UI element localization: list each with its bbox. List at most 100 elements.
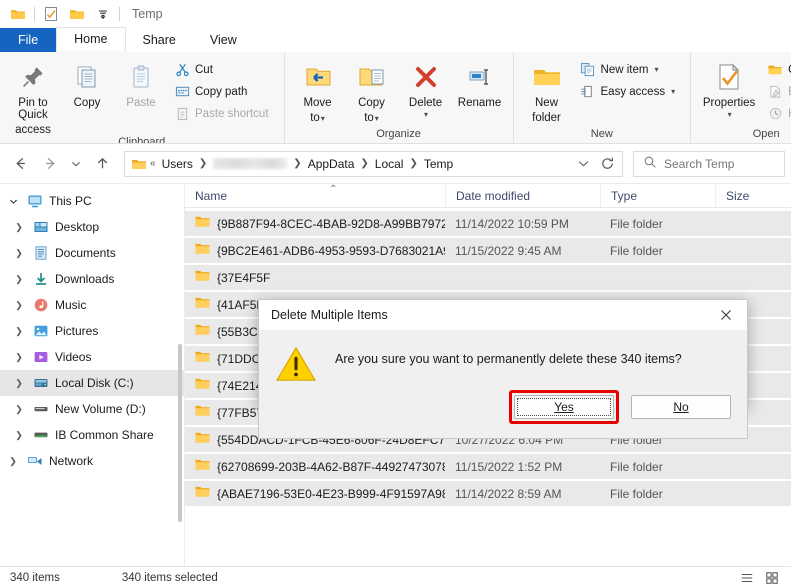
copy-to-button[interactable]: Copy to▾ xyxy=(345,56,399,125)
move-to-button[interactable]: Move to▾ xyxy=(291,56,345,125)
new-item-caret[interactable]: ▾ xyxy=(654,65,658,74)
sidebar-item-music[interactable]: ❯ Music xyxy=(0,292,184,318)
tab-view[interactable]: View xyxy=(193,28,254,52)
breadcrumb-users[interactable]: Users xyxy=(159,157,196,171)
search-input[interactable]: Search Temp xyxy=(664,157,734,171)
sidebar-item-documents[interactable]: ❯ Documents xyxy=(0,240,184,266)
chevron-right-icon[interactable]: ❯ xyxy=(12,274,26,285)
address-folder-icon xyxy=(131,156,147,172)
up-button[interactable] xyxy=(88,150,116,178)
breadcrumb-chevron-1[interactable]: ❯ xyxy=(198,158,208,169)
table-row[interactable]: {9B887F94-8CEC-4BAB-92D8-A99BB7972... 11… xyxy=(185,211,791,236)
recent-locations-button[interactable] xyxy=(66,150,86,178)
navigation-bar: « Users ❯ ❯ AppData ❯ Local ❯ Temp Searc… xyxy=(0,144,791,184)
tab-file[interactable]: File xyxy=(0,28,57,52)
tab-home[interactable]: Home xyxy=(56,27,126,52)
open-button[interactable]: Open ▾ xyxy=(765,59,791,80)
table-row[interactable]: {62708699-203B-4A62-B87F-449274730788} 1… xyxy=(185,454,791,479)
delete-button[interactable]: Delete ▾ xyxy=(399,56,453,121)
forward-button[interactable] xyxy=(36,150,64,178)
breadcrumb-temp[interactable]: Temp xyxy=(421,157,456,171)
address-dropdown-icon[interactable] xyxy=(572,153,594,175)
paste-button[interactable]: Paste xyxy=(114,56,168,109)
sidebar-item-desktop[interactable]: ❯ Desktop xyxy=(0,214,184,240)
new-folder-icon[interactable] xyxy=(67,4,87,24)
breadcrumb-appdata[interactable]: AppData xyxy=(305,157,358,171)
sidebar-scrollbar-thumb[interactable] xyxy=(178,344,182,522)
history-button[interactable]: History xyxy=(765,103,791,124)
network-drive-icon xyxy=(32,427,49,443)
chevron-right-icon[interactable]: ❯ xyxy=(12,352,26,363)
delete-confirmation-dialog: Delete Multiple Items Are you sure you w… xyxy=(258,299,748,439)
close-icon[interactable] xyxy=(705,300,747,331)
copy-button[interactable]: Copy xyxy=(60,56,114,109)
copy-path-button[interactable]: Copy path xyxy=(172,81,274,102)
sidebar-item-new-volume-d[interactable]: ❯ New Volume (D:) xyxy=(0,396,184,422)
column-header-date-modified[interactable]: Date modified xyxy=(445,184,600,208)
chevron-right-icon[interactable]: ❯ xyxy=(12,300,26,311)
sort-ascending-icon: ⌃ xyxy=(329,184,338,195)
sidebar-item-videos[interactable]: ❯ Videos xyxy=(0,344,184,370)
paste-shortcut-label: Paste shortcut xyxy=(195,107,269,120)
chevron-right-icon[interactable]: ❯ xyxy=(12,248,26,259)
chevron-right-icon[interactable]: ❯ xyxy=(12,222,26,233)
refresh-icon[interactable] xyxy=(596,153,618,175)
table-row[interactable]: {ABAE7196-53E0-4E23-B999-4F91597A98... 1… xyxy=(185,481,791,506)
dialog-title: Delete Multiple Items xyxy=(271,308,388,322)
table-row[interactable]: {9BC2E461-ADB6-4953-9593-D7683021A9... 1… xyxy=(185,238,791,263)
breadcrumb-chevron-2[interactable]: ❯ xyxy=(292,158,302,169)
folder-icon xyxy=(8,4,28,24)
row-date-cell: 11/14/2022 8:59 AM xyxy=(455,486,562,501)
column-header-size[interactable]: Size xyxy=(715,184,791,208)
no-button[interactable]: No xyxy=(631,395,731,419)
sidebar-label-videos: Videos xyxy=(55,350,92,364)
back-button[interactable] xyxy=(6,150,34,178)
chevron-right-icon[interactable]: ❯ xyxy=(12,430,26,441)
easy-access-button[interactable]: Easy access ▾ xyxy=(578,81,681,102)
properties-button[interactable]: Properties ▾ xyxy=(697,56,761,121)
address-bar[interactable]: « Users ❯ ❯ AppData ❯ Local ❯ Temp xyxy=(124,150,623,177)
customize-chevron-icon[interactable] xyxy=(93,4,113,24)
search-box[interactable]: Search Temp xyxy=(633,150,785,177)
properties-check-icon[interactable] xyxy=(41,4,61,24)
chevron-down-icon[interactable] xyxy=(6,197,20,206)
breadcrumb-overflow[interactable]: « xyxy=(149,158,157,169)
sidebar-label-documents: Documents xyxy=(55,246,116,260)
ribbon-group-clipboard: Pin to Quick access Copy Paste Cut Copy … xyxy=(0,52,285,143)
delete-dropdown-caret[interactable]: ▾ xyxy=(424,109,428,121)
yes-button[interactable]: Yes xyxy=(514,395,614,419)
new-folder-button[interactable]: New folder xyxy=(520,56,574,124)
edit-button[interactable]: Edit xyxy=(765,81,791,102)
easy-access-caret[interactable]: ▾ xyxy=(671,87,675,96)
breadcrumb-chevron-3[interactable]: ❯ xyxy=(359,158,369,169)
sidebar-item-ib-common-share[interactable]: ❯ IB Common Share xyxy=(0,422,184,448)
group-title-open: Open xyxy=(752,128,780,140)
new-item-button[interactable]: New item ▾ xyxy=(578,59,681,80)
breadcrumb-chevron-4[interactable]: ❯ xyxy=(408,158,418,169)
chevron-right-icon[interactable]: ❯ xyxy=(6,456,20,467)
properties-caret[interactable]: ▾ xyxy=(728,109,732,121)
paste-icon xyxy=(127,60,155,94)
breadcrumb-username-redacted[interactable] xyxy=(213,158,288,169)
pin-to-quick-access-button[interactable]: Pin to Quick access xyxy=(6,56,60,136)
column-header-name[interactable]: Name ⌃ xyxy=(185,184,445,208)
tab-share[interactable]: Share xyxy=(126,28,193,52)
sidebar-item-this-pc[interactable]: This PC xyxy=(0,188,184,214)
paste-shortcut-button[interactable]: Paste shortcut xyxy=(172,103,274,124)
divider-2 xyxy=(119,7,120,21)
folder-icon xyxy=(195,323,210,340)
ribbon-tabstrip: File Home Share View xyxy=(0,27,791,52)
sidebar-item-network[interactable]: ❯ Network xyxy=(0,448,184,474)
sidebar-item-downloads[interactable]: ❯ Downloads xyxy=(0,266,184,292)
sidebar-item-pictures[interactable]: ❯ Pictures xyxy=(0,318,184,344)
rename-button[interactable]: Rename xyxy=(453,56,507,109)
breadcrumb-local[interactable]: Local xyxy=(372,157,407,171)
column-header-type[interactable]: Type xyxy=(600,184,715,208)
chevron-right-icon[interactable]: ❯ xyxy=(12,326,26,337)
chevron-right-icon[interactable]: ❯ xyxy=(12,378,26,389)
cut-button[interactable]: Cut xyxy=(172,59,274,80)
sidebar-item-local-disk-c[interactable]: ❯ Local Disk (C:) xyxy=(0,370,184,396)
table-row[interactable]: {37E4F5F xyxy=(185,265,791,290)
new-item-label: New item xyxy=(600,63,649,76)
chevron-right-icon[interactable]: ❯ xyxy=(12,404,26,415)
